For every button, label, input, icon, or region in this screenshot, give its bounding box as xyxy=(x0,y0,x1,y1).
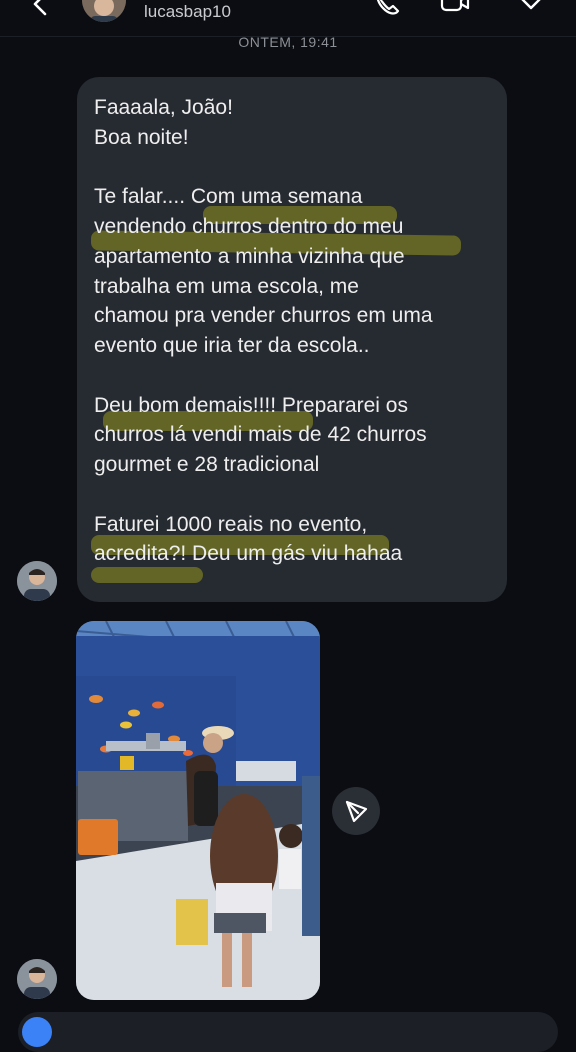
message-line: Faaaala, João! xyxy=(94,96,233,119)
message-line: evento que iria ter da escola.. xyxy=(94,333,370,357)
share-button[interactable] xyxy=(332,787,380,835)
message-line: trabalha em uma escola, me xyxy=(94,274,359,298)
call-icon[interactable] xyxy=(372,0,402,16)
highlight-mark xyxy=(91,567,203,583)
message-line: chamou pra vender churros em uma xyxy=(94,304,433,328)
username[interactable]: lucasbap10 xyxy=(144,2,231,22)
message-line-blank xyxy=(94,480,489,510)
message-line: Faturei 1000 reais no evento, xyxy=(94,512,368,536)
chat-header: lucasbap10 xyxy=(0,0,576,38)
video-icon[interactable] xyxy=(440,0,470,16)
back-arrow-icon[interactable] xyxy=(30,0,52,16)
avatar[interactable] xyxy=(82,0,126,22)
message-line: churros lá vendi mais de 42 churros xyxy=(94,423,427,447)
message-line: Boa noite! xyxy=(94,125,189,149)
message-line-blank xyxy=(94,361,489,391)
message-composer[interactable] xyxy=(18,1012,558,1052)
send-icon xyxy=(345,800,368,823)
message-bubble[interactable]: Faaaala, João! Boa noite! Te falar.... C… xyxy=(77,77,507,602)
photo-message[interactable] xyxy=(76,621,320,1000)
message-line: vendendo churros dentro do meu xyxy=(94,215,404,239)
message-line: Te falar.... Com uma semana xyxy=(94,185,363,209)
camera-icon[interactable] xyxy=(22,1017,52,1047)
message-line: apartamento a minha vizinha que xyxy=(94,244,405,268)
sender-avatar[interactable] xyxy=(17,959,57,999)
message-line: gourmet e 28 tradicional xyxy=(94,453,320,477)
message-line-blank xyxy=(94,152,489,182)
sender-avatar[interactable] xyxy=(17,561,57,601)
heart-icon[interactable] xyxy=(516,0,546,16)
message-line: Deu bom demais!!!! Prepararei os xyxy=(94,393,408,417)
message-line: acredita?! Deu um gás viu hahaa xyxy=(94,542,403,566)
message-timestamp: ONTEM, 19:41 xyxy=(238,34,338,50)
